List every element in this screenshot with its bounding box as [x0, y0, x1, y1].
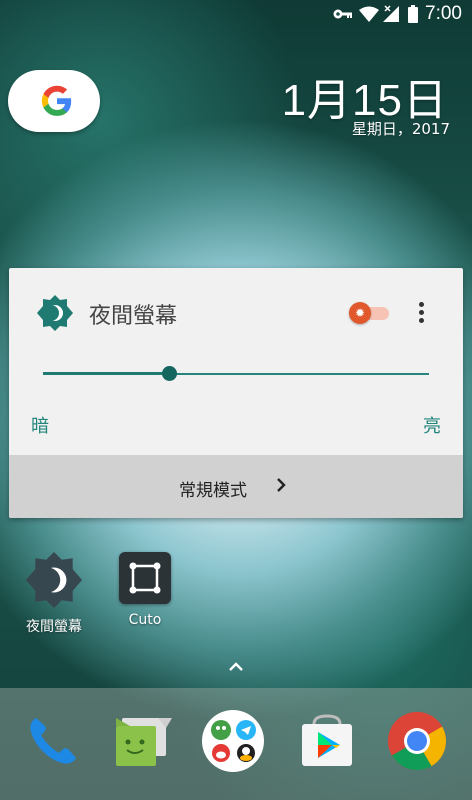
vpn-key-icon	[333, 9, 352, 19]
brightness-slider[interactable]	[43, 364, 429, 384]
widget-title: 夜間螢幕	[89, 304, 178, 329]
slider-fill	[43, 372, 170, 375]
chevron-up-icon[interactable]	[228, 662, 244, 672]
status-bar: 7:00	[0, 0, 472, 30]
play-store-icon[interactable]	[296, 710, 358, 772]
app-label: 夜間螢幕	[26, 619, 82, 635]
app-night-screen[interactable]: 夜間螢幕	[14, 552, 94, 636]
signal-icon	[383, 5, 399, 22]
chrome-icon[interactable]	[386, 710, 448, 772]
night-screen-widget: 夜間螢幕 ✹ 暗 亮 常規模式	[9, 268, 463, 518]
chevron-right-icon	[277, 478, 286, 492]
app-label: Cuto	[128, 612, 162, 628]
phone-icon[interactable]	[22, 710, 84, 772]
google-search-button[interactable]	[8, 70, 100, 132]
night-screen-app-icon	[26, 552, 82, 608]
wifi-icon	[359, 6, 379, 22]
sun-icon: ✹	[349, 302, 371, 324]
messenger-icon[interactable]	[112, 710, 174, 772]
slider-knob[interactable]	[162, 366, 177, 381]
dock	[0, 688, 472, 800]
mode-label: 常規模式	[179, 481, 247, 501]
social-folder-icon[interactable]	[202, 710, 264, 772]
label-bright: 亮	[423, 416, 441, 437]
more-options-icon[interactable]	[413, 300, 429, 328]
clock-weekday[interactable]: 星期日，2017	[352, 118, 450, 139]
google-g-icon	[41, 85, 72, 116]
night-screen-icon	[37, 295, 73, 331]
mode-button[interactable]: 常規模式	[9, 455, 463, 518]
status-time: 7:00	[425, 3, 462, 24]
night-toggle[interactable]: ✹	[349, 301, 389, 325]
battery-icon	[408, 5, 418, 23]
cuto-icon	[119, 552, 171, 604]
app-cuto[interactable]: Cuto	[105, 552, 185, 628]
label-dark: 暗	[31, 416, 49, 437]
